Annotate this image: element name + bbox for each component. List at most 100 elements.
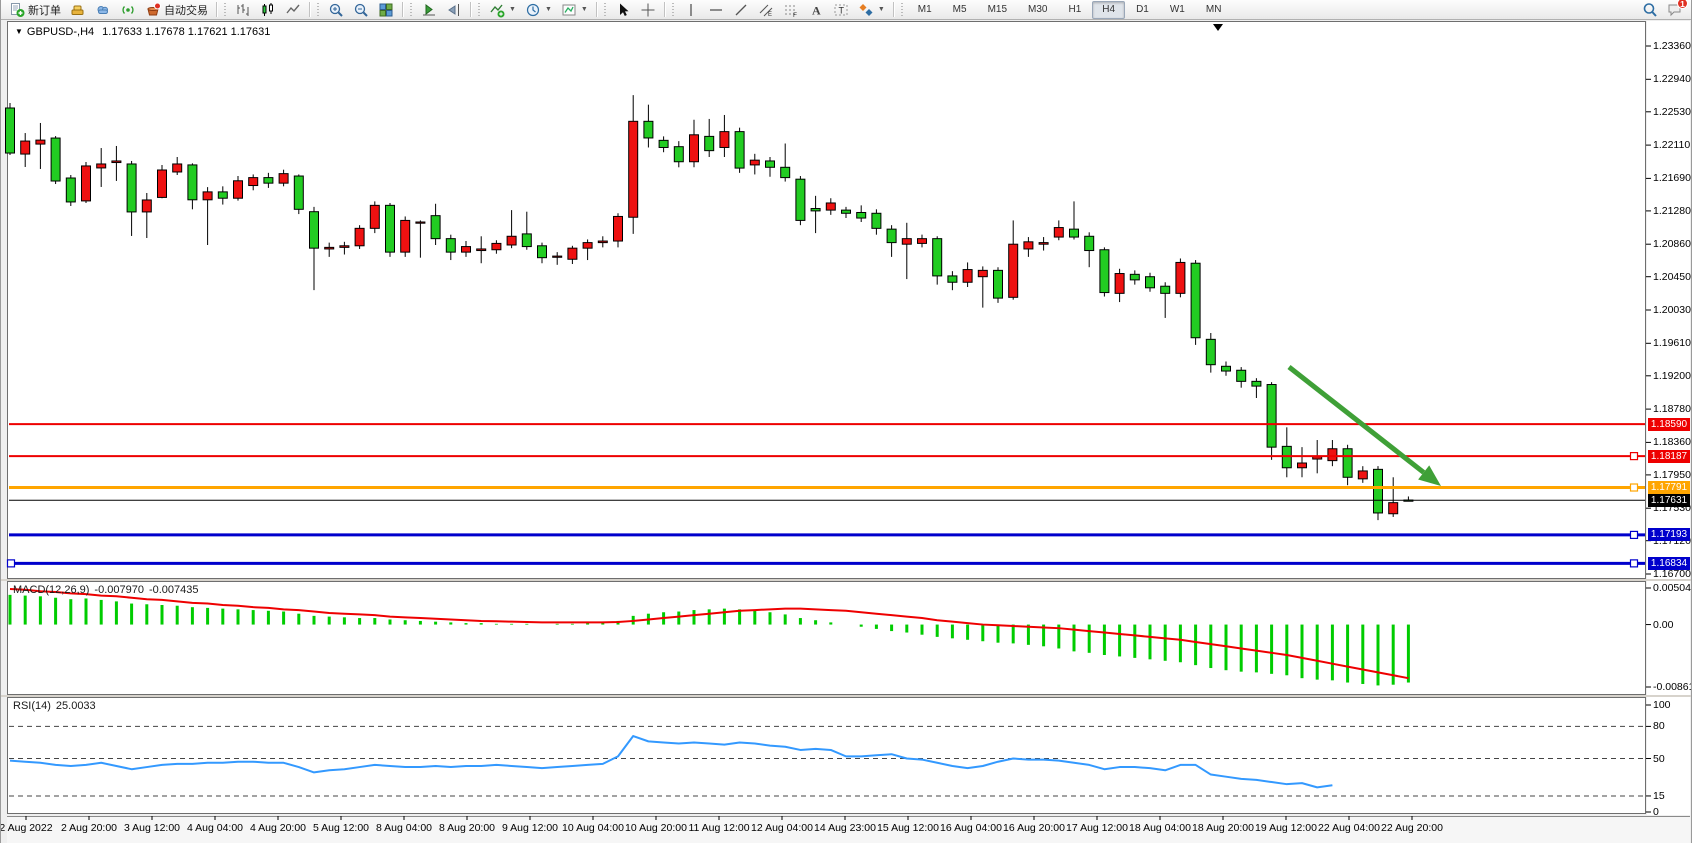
crosshair-button[interactable] xyxy=(636,1,660,19)
macd-panel xyxy=(7,581,1646,695)
candlestick-chart-button[interactable] xyxy=(256,1,280,19)
tf-m30-button[interactable]: M30 xyxy=(1018,1,1057,19)
rsi-tick-label: 50 xyxy=(1653,753,1665,765)
time-label: 8 Aug 04:00 xyxy=(376,822,432,834)
signals-button[interactable] xyxy=(116,1,140,19)
text-button[interactable]: A xyxy=(804,1,828,19)
cloud-icon xyxy=(95,2,111,18)
chart-shift-button[interactable] xyxy=(442,1,466,19)
tf-h1-button[interactable]: H1 xyxy=(1058,1,1091,19)
main-chart-panel[interactable] xyxy=(7,21,1646,579)
time-label: 8 Aug 20:00 xyxy=(439,822,495,834)
tf-m1-button[interactable]: M1 xyxy=(908,1,942,19)
timeframe-label: D1 xyxy=(1130,2,1155,17)
periods-button[interactable]: ▼ xyxy=(521,1,556,19)
clock-icon xyxy=(525,2,541,18)
indicators-button[interactable]: ▼ xyxy=(485,1,520,19)
price-tick-label: 1.19610 xyxy=(1653,337,1691,349)
toolbar-grip[interactable] xyxy=(671,3,676,17)
timeframe-label: M15 xyxy=(982,2,1013,17)
toolbar-grip[interactable] xyxy=(477,3,482,17)
tile-windows-button[interactable] xyxy=(374,1,398,19)
market-button[interactable] xyxy=(66,1,90,19)
button-label: 新订单 xyxy=(28,2,61,18)
button-label: 自动交易 xyxy=(164,2,208,18)
chartshift-icon xyxy=(446,2,462,18)
timeframe-label: H4 xyxy=(1096,2,1121,17)
toolbar-grip[interactable] xyxy=(223,3,228,17)
symbol-expand-icon[interactable]: ▼ xyxy=(15,27,23,36)
channel-icon: E xyxy=(758,2,774,18)
zoom-out-button[interactable] xyxy=(349,1,373,19)
text-label-button[interactable]: T xyxy=(829,1,853,19)
horizontal-line-button[interactable] xyxy=(704,1,728,19)
cursor-button[interactable] xyxy=(611,1,635,19)
price-tick-label: 1.18360 xyxy=(1653,436,1691,448)
toolbar-grip[interactable] xyxy=(409,3,414,17)
new-order-button[interactable]: 新订单 xyxy=(5,1,65,19)
time-label: 22 Aug 20:00 xyxy=(1381,822,1443,834)
tf-m5-button[interactable]: M5 xyxy=(943,1,977,19)
toolbar-grip[interactable] xyxy=(900,3,905,17)
macd-label: MACD(12,26,9)-0.007970-0.007435 xyxy=(13,584,204,596)
arrows-button[interactable]: ▼ xyxy=(854,1,889,19)
candles-icon xyxy=(260,2,276,18)
price-tag-1.16834: 1.16834 xyxy=(1648,557,1690,570)
fibonacci-button[interactable]: F xyxy=(779,1,803,19)
timeframe-label: M5 xyxy=(947,2,973,17)
macd-signal-value: -0.007435 xyxy=(149,584,199,596)
toolbar-separator xyxy=(596,2,597,17)
rsi-tick-label: 100 xyxy=(1653,699,1671,711)
timeframe-label: M30 xyxy=(1022,2,1053,17)
channel-button[interactable]: E xyxy=(754,1,778,19)
zoom-in-button[interactable] xyxy=(324,1,348,19)
vertical-line-button[interactable] xyxy=(679,1,703,19)
tf-h4-button[interactable]: H4 xyxy=(1092,1,1125,19)
tf-w1-button[interactable]: W1 xyxy=(1160,1,1195,19)
bar-chart-button[interactable] xyxy=(231,1,255,19)
chart-shift-marker[interactable] xyxy=(1213,24,1223,31)
panel-divider[interactable] xyxy=(1,695,1691,697)
toolbar: 新订单 自动交易 ▼ ▼ ▼ E FAT ▼ M1 M5 M15 M30 H1 H4 D1 W1MN 1 xyxy=(1,0,1691,20)
indicator-icon xyxy=(489,2,505,18)
tf-m15-button[interactable]: M15 xyxy=(978,1,1017,19)
community-button[interactable] xyxy=(91,1,115,19)
chat-button[interactable]: 1 xyxy=(1663,1,1687,19)
price-tag-1.17631: 1.17631 xyxy=(1648,494,1690,507)
textA-icon: A xyxy=(808,2,824,18)
price-tick-label: 1.21690 xyxy=(1653,172,1691,184)
time-label: 4 Aug 04:00 xyxy=(187,822,243,834)
auto-scroll-button[interactable] xyxy=(417,1,441,19)
rsi-name: RSI(14) xyxy=(13,700,51,712)
toolbar-separator xyxy=(309,2,310,17)
cross-icon xyxy=(640,2,656,18)
macd-main-value: -0.007970 xyxy=(94,584,144,596)
chevron-down-icon: ▼ xyxy=(878,6,885,13)
search-button[interactable] xyxy=(1638,1,1662,19)
tf-mn-button[interactable]: MN xyxy=(1196,1,1232,19)
autotrading-button[interactable]: 自动交易 xyxy=(141,1,212,19)
toolbar-grip[interactable] xyxy=(603,3,608,17)
time-label: 18 Aug 04:00 xyxy=(1129,822,1191,834)
templates-button[interactable]: ▼ xyxy=(557,1,592,19)
time-label: 15 Aug 12:00 xyxy=(877,822,939,834)
panel-divider[interactable] xyxy=(1,579,1691,581)
chevron-down-icon: ▼ xyxy=(545,6,552,13)
chevron-down-icon: ▼ xyxy=(509,6,516,13)
time-label: 16 Aug 04:00 xyxy=(940,822,1002,834)
time-label: 14 Aug 23:00 xyxy=(814,822,876,834)
svg-text:E: E xyxy=(768,12,772,18)
time-label: 22 Aug 04:00 xyxy=(1318,822,1380,834)
line-chart-button[interactable] xyxy=(281,1,305,19)
trendline-button[interactable] xyxy=(729,1,753,19)
toolbar-separator xyxy=(470,2,471,17)
price-tick-label: 1.20450 xyxy=(1653,271,1691,283)
rsi-tick-label: 0 xyxy=(1653,806,1659,818)
toolbar-grip[interactable] xyxy=(316,3,321,17)
time-label: 10 Aug 04:00 xyxy=(562,822,624,834)
rsi-value: 25.0033 xyxy=(56,700,96,712)
rsi-label: RSI(14) 25.0033 xyxy=(13,700,101,712)
tf-d1-button[interactable]: D1 xyxy=(1126,1,1159,19)
rsi-panel xyxy=(7,697,1646,814)
time-label: 16 Aug 20:00 xyxy=(1003,822,1065,834)
